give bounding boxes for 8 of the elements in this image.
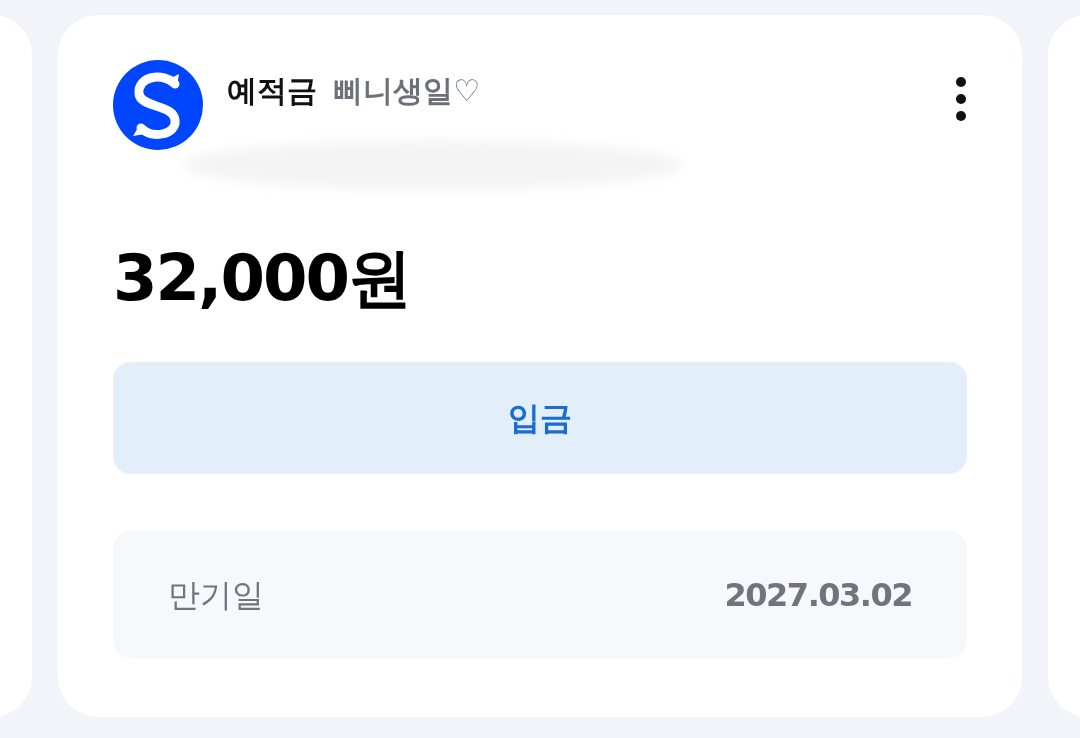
- account-nickname: 삐니생일♡: [333, 72, 480, 110]
- more-options-icon[interactable]: [955, 76, 967, 122]
- maturity-label: 만기일: [168, 574, 264, 616]
- maturity-date: 2027.03.02: [724, 574, 912, 616]
- account-type: 예적금: [227, 72, 317, 110]
- deposit-button[interactable]: 입금: [113, 362, 967, 474]
- balance-amount: 32,000원: [113, 240, 411, 317]
- s-logo-icon: [113, 60, 203, 150]
